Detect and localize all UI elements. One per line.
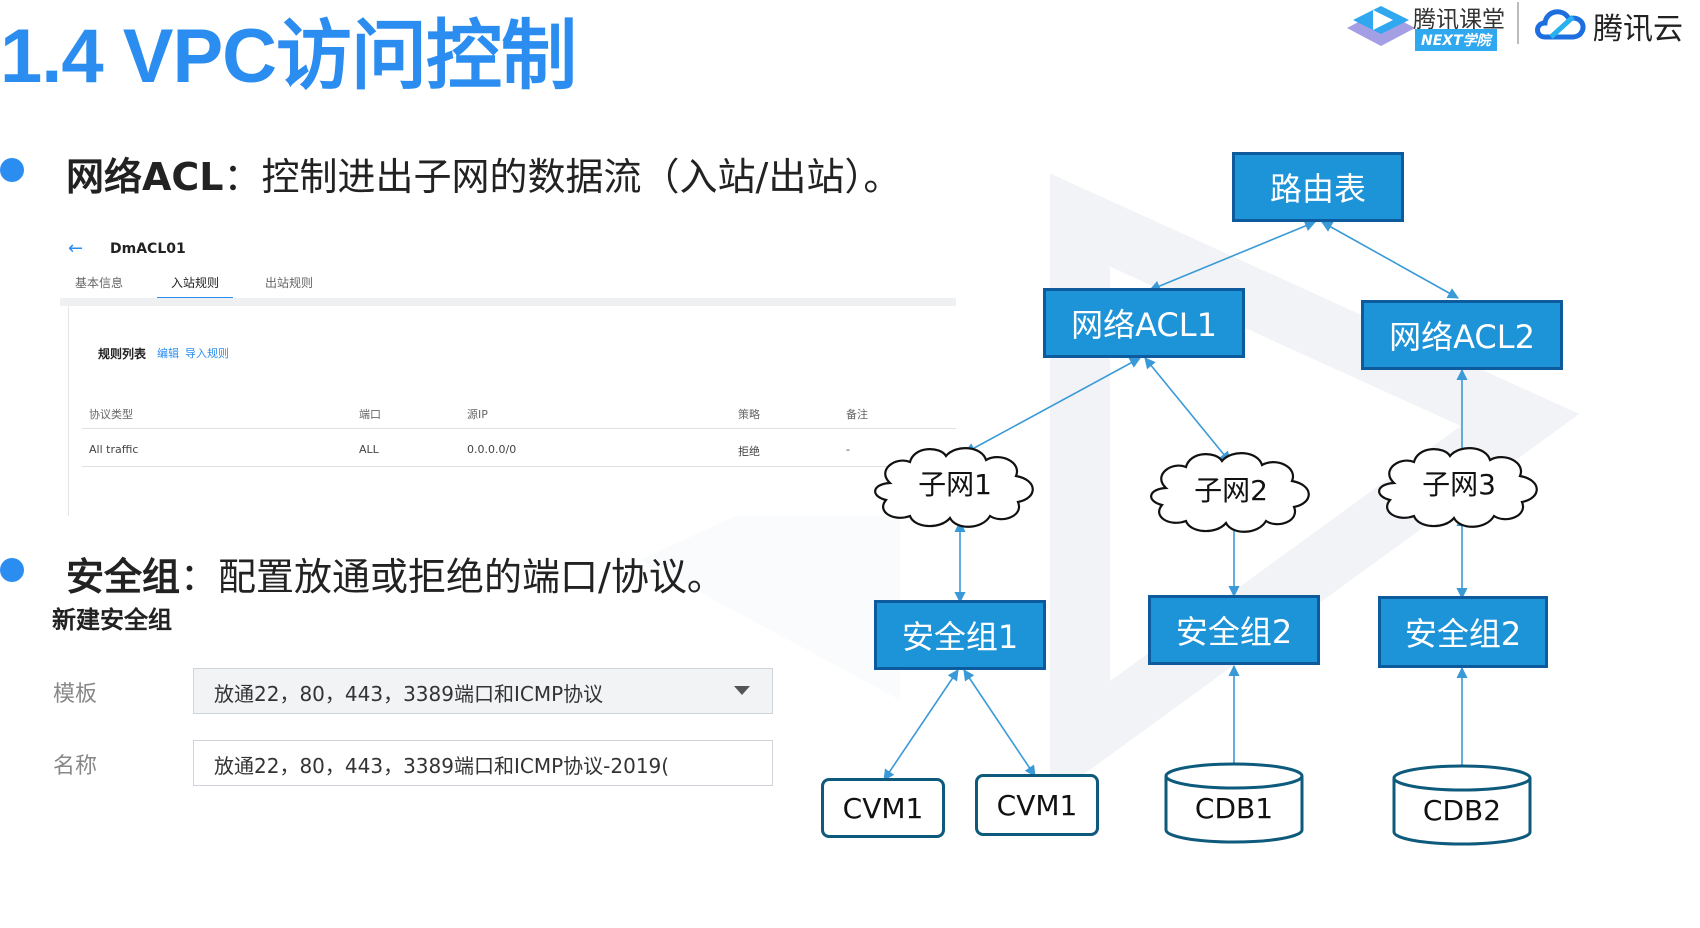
bullet-text: ：配置放通或拒绝的端口/协议。 (180, 555, 725, 599)
vpc-diagram: 路由表 网络ACL1 网络ACL2 子网1 子网2 子网3 安全组1 安全组2 … (810, 140, 1700, 928)
column-header: 策略 (738, 408, 760, 421)
tencent-cloud-name: 腾讯云 (1593, 12, 1683, 47)
subnet2-label: 子网2 (1194, 474, 1268, 507)
table-cell: All traffic (89, 443, 139, 456)
bullet-security-group: 安全组：配置放通或拒绝的端口/协议。 (66, 546, 725, 601)
name-label: 名称 (53, 754, 98, 779)
logo-divider (1517, 2, 1519, 44)
column-header: 协议类型 (89, 408, 133, 421)
bullet-dot (0, 158, 24, 182)
column-header: 端口 (359, 408, 381, 421)
column-header: 源IP (467, 408, 488, 421)
import-rules-link[interactable]: 导入规则 (185, 345, 229, 361)
tab-inbound-rules[interactable]: 入站规则 (157, 274, 234, 299)
database-top (1392, 764, 1532, 792)
name-input[interactable]: 放通22，80，443，3389端口和ICMP协议-2019( (193, 740, 773, 786)
bullet-term: 安全组 (66, 555, 181, 599)
next-academy-badge: NEXT学院 (1415, 29, 1497, 51)
bullet-dot (0, 558, 24, 582)
tab-outbound-rules[interactable]: 出站规则 (265, 274, 313, 291)
edit-link[interactable]: 编辑 (157, 345, 179, 361)
bullet-text: ：控制进出子网的数据流（入站/出站）。 (223, 155, 902, 199)
chevron-down-icon[interactable] (734, 686, 750, 695)
table-cell: 拒绝 (738, 445, 760, 458)
back-arrow-icon[interactable]: ← (68, 238, 83, 259)
acl1-node: 网络ACL1 (1043, 288, 1245, 358)
security-group1-node: 安全组1 (874, 600, 1046, 670)
new-security-group-title: 新建安全组 (52, 606, 172, 634)
bullet-term: 网络ACL (66, 155, 224, 199)
acl2-node: 网络ACL2 (1361, 300, 1563, 370)
security-group2-node: 安全组2 (1378, 596, 1548, 668)
subnet1-label: 子网1 (918, 468, 992, 501)
cdb1-label: CDB1 (1194, 791, 1274, 825)
tab-basic-info[interactable]: 基本信息 (75, 274, 123, 291)
template-select[interactable]: 放通22，80，443，3389端口和ICMP协议 (193, 668, 773, 714)
bullet-acl: 网络ACL：控制进出子网的数据流（入站/出站）。 (66, 146, 901, 201)
cvm-node: CVM1 (821, 778, 945, 838)
route-table-node: 路由表 (1232, 152, 1404, 222)
tencent-cloud-logo-icon (1535, 9, 1586, 40)
table-cell: ALL (359, 443, 379, 456)
play-logo-icon (1347, 6, 1415, 46)
cdb2-label: CDB2 (1422, 793, 1502, 827)
template-label: 模板 (53, 682, 98, 707)
slide-title: 1.4 VPC访问控制 (0, 14, 577, 99)
table-cell: 0.0.0.0/0 (467, 443, 517, 456)
header-logos: 腾讯课堂 NEXT学院 腾讯云 (1345, 0, 1700, 60)
security-group2-node: 安全组2 (1148, 595, 1320, 665)
subnet3-label: 子网3 (1422, 468, 1496, 501)
rule-list-title: 规则列表 (98, 347, 147, 361)
database-top (1164, 762, 1304, 790)
cvm-node: CVM1 (975, 774, 1099, 836)
acl-name: DmACL01 (110, 241, 186, 257)
